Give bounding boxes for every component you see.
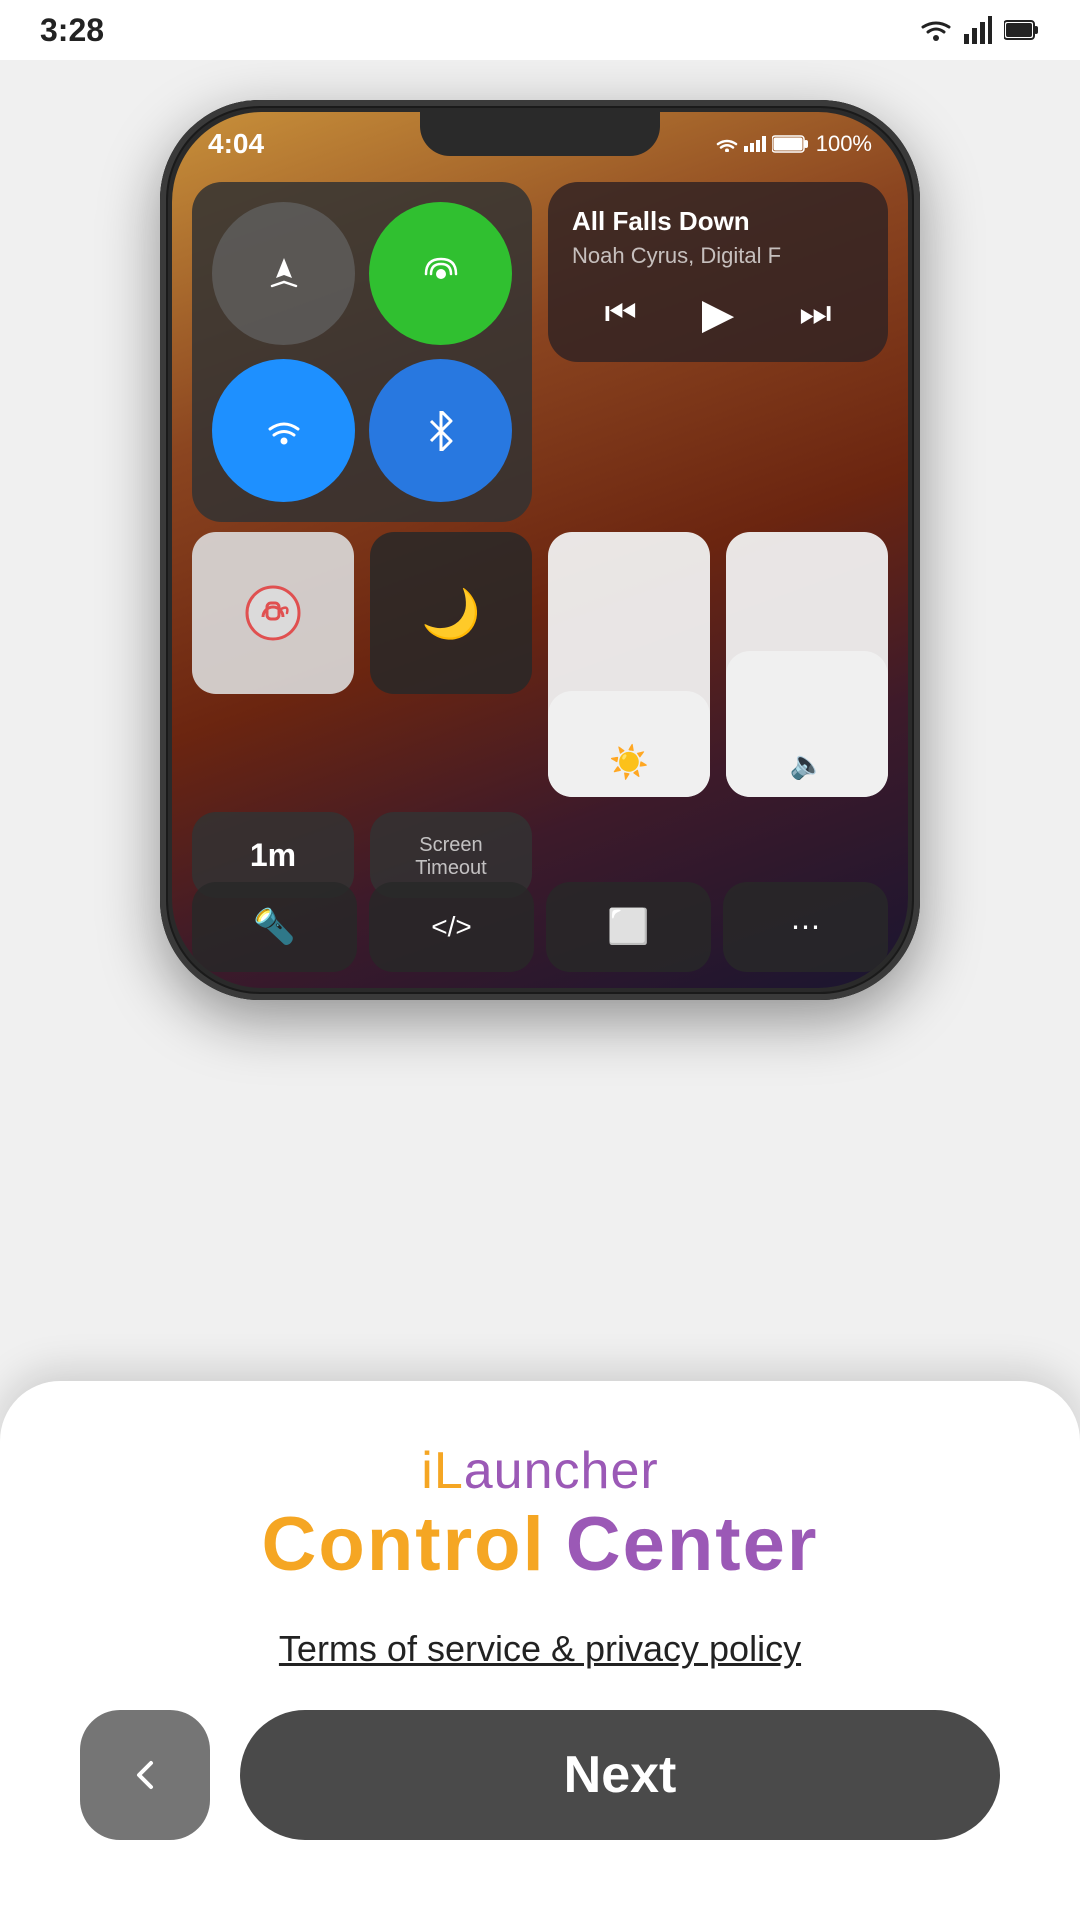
subtitle-center: Center: [566, 1501, 819, 1588]
flashlight-button[interactable]: 🔦: [192, 882, 357, 972]
timeout-value: 1m: [250, 837, 296, 874]
timeout-label: ScreenTimeout: [415, 834, 487, 880]
phone-wifi-icon: [716, 136, 738, 152]
volume-slider[interactable]: 🔈: [726, 532, 888, 797]
phone-screen: 4:04: [172, 112, 908, 988]
phone-battery-icon: [772, 135, 810, 153]
screen-lock-button[interactable]: [192, 532, 354, 694]
main-content: 4:04: [0, 60, 1080, 1920]
phone-status-icons: 100%: [716, 131, 872, 157]
wifi-icon: [920, 16, 952, 44]
play-button[interactable]: ▶: [702, 289, 734, 338]
music-artist: Noah Cyrus, Digital F: [572, 243, 864, 269]
screen-record-button[interactable]: ⬜: [546, 882, 711, 972]
connectivity-block: [192, 182, 532, 522]
status-bar: 3:28: [0, 0, 1080, 60]
app-subtitle: Control Center: [262, 1501, 819, 1588]
phone-mockup: 4:04: [160, 100, 920, 1000]
terms-link[interactable]: Terms of service & privacy policy: [279, 1628, 801, 1670]
bluetooth-button[interactable]: [369, 359, 512, 502]
bottom-card: iLauncher Control Center Terms of servic…: [0, 1381, 1080, 1920]
code-button[interactable]: </>: [369, 882, 534, 972]
app-name: iLauncher: [262, 1441, 819, 1501]
sliders-block: ☀️ 🔈: [548, 532, 888, 797]
next-button[interactable]: Next: [240, 1710, 1000, 1840]
status-time: 3:28: [40, 12, 104, 49]
airplane-mode-button[interactable]: [212, 202, 355, 345]
next-button[interactable]: ⏭: [799, 292, 831, 335]
subtitle-control: Control: [262, 1501, 546, 1588]
battery-icon: [1004, 19, 1040, 41]
do-not-disturb-button[interactable]: 🌙: [370, 532, 532, 694]
wifi-toggle-button[interactable]: [212, 359, 355, 502]
music-title: All Falls Down: [572, 206, 864, 237]
bottom-actions: Next: [80, 1710, 1000, 1840]
phone-time: 4:04: [208, 128, 264, 160]
music-block: All Falls Down Noah Cyrus, Digital F ⏮ ▶…: [548, 182, 888, 362]
app-name-orange: iL: [421, 1442, 463, 1500]
phone-frame: 4:04: [160, 100, 920, 1000]
status-icons: [920, 16, 1040, 44]
hotspot-button[interactable]: [369, 202, 512, 345]
app-branding: iLauncher Control Center: [262, 1441, 819, 1588]
bottom-icons-row: 🔦 </> ⬜ ⋯: [192, 882, 888, 972]
extra-button[interactable]: ⋯: [723, 882, 888, 972]
back-button[interactable]: [80, 1710, 210, 1840]
brightness-slider[interactable]: ☀️: [548, 532, 710, 797]
phone-signal-icon: [744, 136, 766, 152]
app-name-purple: auncher: [464, 1442, 659, 1500]
music-controls: ⏮ ▶ ⏭: [572, 289, 864, 338]
phone-battery-text: 100%: [816, 131, 872, 157]
phone-notch: [420, 112, 660, 156]
middle-left-buttons: 🌙: [192, 532, 532, 694]
signal-icon: [964, 16, 992, 44]
prev-button[interactable]: ⏮: [604, 292, 636, 335]
